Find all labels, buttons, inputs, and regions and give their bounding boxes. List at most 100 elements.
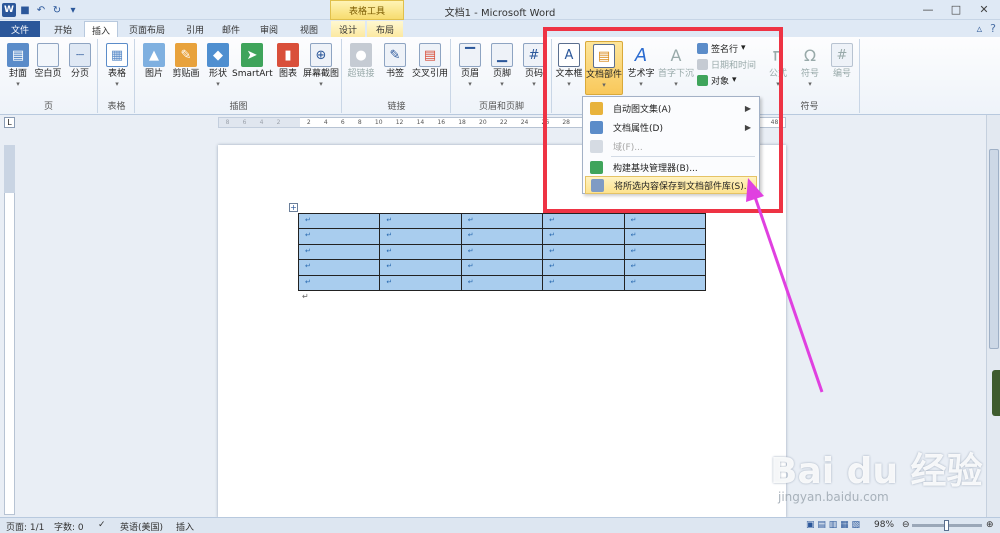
help-area: ▵ ? [977,22,996,35]
vertical-ruler[interactable] [4,145,15,515]
tab-selector-icon[interactable]: L [4,117,15,128]
picture-button[interactable]: ▲ 图片 [138,41,170,95]
table-cell[interactable]: ↵ [460,212,544,230]
group-label-header-footer: 页眉和页脚 [478,102,524,112]
status-words[interactable]: 字数: 0 [54,520,84,533]
group-illustrations: ▲ 图片 ✎ 剪贴画 ◆ 形状 ▾ ➤ SmartArt ▮ 图表 ⊕ 屏幕截图… [136,39,342,113]
tab-references[interactable]: 引用 [178,21,212,37]
table-cell[interactable]: ↵ [297,259,381,276]
ruler-tick: 16 [437,119,446,126]
tab-insert[interactable]: 插入 [84,21,118,37]
tab-file[interactable]: 文件 [0,21,40,37]
bookmark-button[interactable]: ✎ 书签 [379,41,411,95]
tab-page-layout[interactable]: 页面布局 [120,21,174,37]
table-cell[interactable]: ↵ [542,259,625,276]
baidu-watermark: Bai du 经验 jingyan.baidu.com [770,422,990,517]
ruler-tick: 20 [479,119,487,126]
picture-icon: ▲ [143,43,165,67]
side-panel-tab[interactable] [992,370,1000,416]
window-title: 文档1 - Microsoft Word [444,8,556,19]
cover-button[interactable]: ▤ 封面 ▾ [2,41,34,95]
symbol-button[interactable]: Ω 符号 ▾ [794,41,826,95]
watermark-logo: Bai du 经验 [770,451,983,492]
help-icon[interactable]: ? [990,22,996,35]
view-buttons-icon[interactable]: ▣ ▤ ▥ ▦ ▧ [806,520,860,530]
tab-view[interactable]: 视图 [290,21,328,37]
table-cell[interactable]: ↵ [542,212,625,230]
proofing-icon[interactable]: ✓ [98,520,106,530]
group-label-illustrations: 插图 [229,102,248,112]
chart-button[interactable]: ▮ 图表 [272,41,304,95]
status-page[interactable]: 页面: 1/1 [6,520,44,533]
screenshot-button[interactable]: ⊕ 屏幕截图 ▾ [302,41,340,95]
shapes-icon: ◆ [207,43,229,67]
bookmark-icon: ✎ [384,43,406,67]
minimize-icon[interactable]: — [916,2,940,17]
tab-layout[interactable]: 布局 [367,21,403,37]
paragraph-mark: ↵ [302,292,309,301]
table-row: ↵ ↵ ↵ ↵ ↵ [297,274,707,291]
ruler-tick: 6 [340,119,345,126]
group-header-footer: ▔ 页眉 ▾ ▁ 页脚 ▾ # 页码 ▾ 页眉和页脚 [452,39,552,113]
close-icon[interactable]: ✕ [972,2,996,17]
clip-art-button[interactable]: ✎ 剪贴画 [170,41,202,95]
table-cell[interactable]: ↵ [379,212,462,230]
ruler-tick: 8 [357,119,362,126]
ruler-tick: 22 [499,119,508,126]
table-cell[interactable]: ↵ [379,259,462,276]
table-cell[interactable]: ↵ [542,228,625,245]
chart-icon: ▮ [277,43,299,67]
table-cell[interactable]: ↵ [460,243,544,261]
ruler-tick: 2 [306,119,311,126]
table-cell[interactable]: ↵ [379,274,462,291]
ribbon-tabs: 文件 开始 插入 页面布局 引用 邮件 审阅 视图 设计 布局 [0,20,1000,37]
watermark-url: jingyan.baidu.com [778,490,889,504]
status-language[interactable]: 英语(美国) [120,520,163,533]
numbering-button[interactable]: # 编号 [826,41,858,95]
footer-button[interactable]: ▁ 页脚 ▾ [486,41,518,95]
table-button[interactable]: ▦ 表格 ▾ [101,41,133,95]
zoom-out-icon[interactable]: ⊖ [902,520,910,530]
document-table[interactable]: ↵ ↵ ↵ ↵ ↵ ↵ ↵ ↵ ↵ ↵ ↵ ↵ ↵ ↵ ↵ ↵ ↵ ↵ ↵ ↵ ↵ ↵ ↵ ↵ ↵ [297,212,707,291]
table-cell[interactable]: ↵ [460,228,544,245]
table-cell[interactable]: ↵ [297,228,381,245]
smartart-button[interactable]: ➤ SmartArt [232,41,273,95]
table-cell[interactable]: ↵ [623,243,707,261]
table-cell[interactable]: ↵ [297,274,381,291]
page-number-icon: # [523,43,545,67]
tab-home[interactable]: 开始 [44,21,82,37]
table-cell[interactable]: ↵ [460,259,544,276]
table-cell[interactable]: ↵ [623,274,707,291]
header-button[interactable]: ▔ 页眉 ▾ [454,41,486,95]
table-cell[interactable]: ↵ [623,228,707,245]
blank-page-button[interactable]: 空白页 [32,41,64,95]
scrollbar-thumb[interactable] [989,149,999,349]
group-links: ● 超链接 ✎ 书签 ▤ 交叉引用 链接 [343,39,451,113]
table-cell[interactable]: ↵ [297,243,381,261]
page-break-button[interactable]: ┈ 分页 [64,41,96,95]
tab-mailings[interactable]: 邮件 [214,21,248,37]
tab-design[interactable]: 设计 [331,21,365,37]
table-cell[interactable]: ↵ [623,212,707,230]
table-cell[interactable]: ↵ [623,259,707,276]
hyperlink-button[interactable]: ● 超链接 [345,41,377,95]
zoom-in-icon[interactable]: ⊕ [986,520,994,530]
maximize-icon[interactable]: □ [944,2,968,17]
table-cell[interactable]: ↵ [542,243,625,261]
table-cell[interactable]: ↵ [542,274,625,291]
ribbon-minimize-icon[interactable]: ▵ [977,22,983,35]
table-cell[interactable]: ↵ [297,212,381,230]
clip-art-icon: ✎ [175,43,197,67]
table-cell[interactable]: ↵ [379,243,462,261]
zoom-slider-thumb[interactable] [944,520,949,531]
ruler-tick: 10 [374,119,383,126]
hyperlink-icon: ● [350,43,372,67]
table-cell[interactable]: ↵ [460,274,544,291]
status-mode[interactable]: 插入 [176,520,194,533]
table-cell[interactable]: ↵ [379,228,462,245]
tab-review[interactable]: 审阅 [250,21,288,37]
table-move-handle-icon[interactable]: + [289,203,298,212]
cross-reference-button[interactable]: ▤ 交叉引用 [411,41,449,95]
status-zoom[interactable]: 98% [874,520,894,530]
shapes-button[interactable]: ◆ 形状 ▾ [202,41,234,95]
